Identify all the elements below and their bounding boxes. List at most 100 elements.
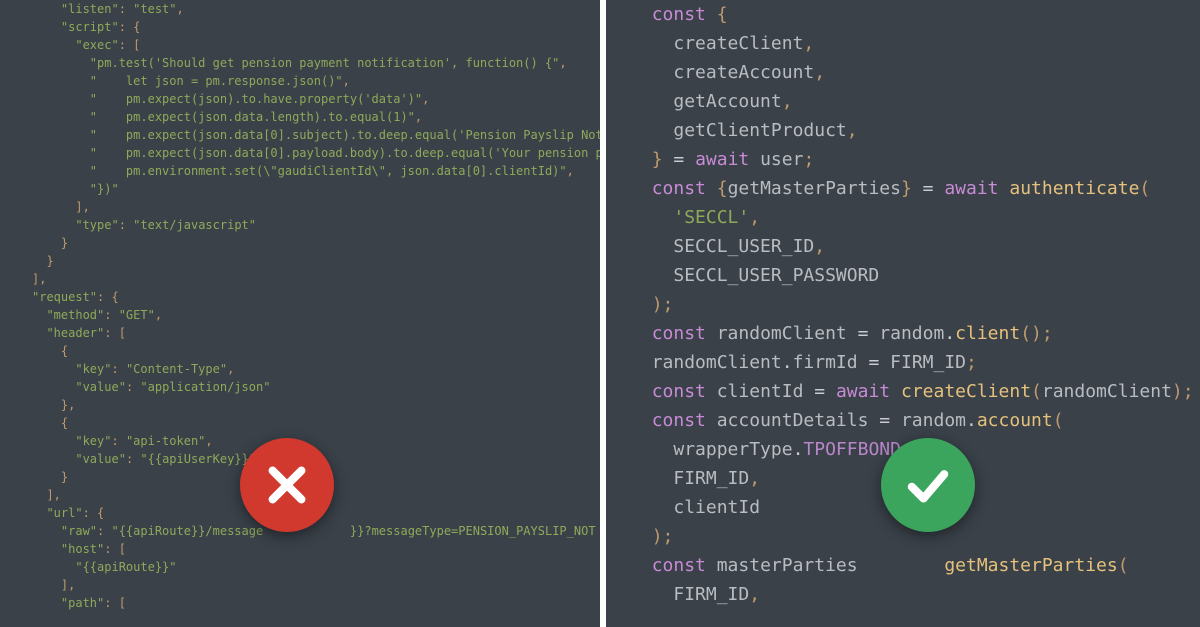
- code-token: [890, 381, 901, 402]
- code-token: " pm.expect(json.data[0].subject).to.dee…: [90, 128, 600, 142]
- code-token: "{{apiRoute}}": [75, 560, 176, 574]
- code-token: [630, 468, 673, 489]
- code-token: await: [836, 381, 890, 402]
- code-token: ,: [567, 164, 574, 178]
- code-token: [32, 110, 90, 124]
- code-token: [32, 74, 90, 88]
- code-token: =: [923, 178, 934, 199]
- code-token: [630, 352, 652, 373]
- code-token: "api-token": [126, 434, 205, 448]
- code-token: );: [1172, 381, 1194, 402]
- code-token: SECCL_USER_PASSWORD: [673, 265, 879, 286]
- code-token: clientId: [717, 381, 804, 402]
- cross-icon: [260, 458, 314, 512]
- code-token: "method": [46, 308, 104, 322]
- code-token: [630, 497, 673, 518]
- code-token: "type": [75, 218, 118, 232]
- code-token: ],: [32, 488, 61, 502]
- code-token: "{{apiUserKey}}": [140, 452, 256, 466]
- good-example-pane: const { createClient, createAccount, get…: [600, 0, 1200, 627]
- code-token: getAccount: [673, 91, 781, 112]
- code-token: ,: [814, 236, 825, 257]
- code-token: : [: [119, 38, 141, 52]
- code-token: ,: [343, 74, 350, 88]
- code-token: [630, 294, 652, 315]
- code-token: [858, 555, 945, 576]
- code-token: },: [32, 398, 75, 412]
- code-token: ,: [749, 468, 760, 489]
- code-token: [32, 506, 46, 520]
- code-token: ,: [749, 584, 760, 605]
- code-token: "text/javascript": [133, 218, 256, 232]
- good-badge: [881, 438, 975, 532]
- code-token: ,: [782, 91, 793, 112]
- code-token: ,: [177, 2, 184, 16]
- code-token: :: [97, 524, 111, 538]
- code-token: FIRM_ID: [673, 468, 749, 489]
- code-token: "header": [46, 326, 104, 340]
- code-token: createClient: [673, 33, 803, 54]
- code-token: [630, 62, 673, 83]
- code-token: }}?messageType=PENSION_PAYSLIP_NOT: [350, 524, 596, 538]
- code-token: [32, 182, 90, 196]
- code-token: [32, 362, 75, 376]
- code-token: ,: [749, 207, 760, 228]
- code-token: :: [126, 452, 140, 466]
- code-token: [630, 149, 652, 170]
- code-token: :: [104, 308, 118, 322]
- code-token: [630, 410, 652, 431]
- code-token: random: [901, 410, 966, 431]
- bad-example-pane: "listen": "test", "script": { "exec": [ …: [0, 0, 600, 627]
- code-token: }: [652, 149, 663, 170]
- code-token: :: [111, 434, 125, 448]
- code-token: : [: [104, 596, 126, 610]
- code-token: 'SECCL': [673, 207, 749, 228]
- code-token: "GET": [119, 308, 155, 322]
- code-token: const: [652, 381, 706, 402]
- code-token: firmId: [793, 352, 858, 373]
- code-token: : {: [119, 20, 141, 34]
- code-token: [32, 560, 75, 574]
- code-token: " pm.expect(json).to.have.property('data…: [90, 92, 422, 106]
- code-token: [630, 439, 673, 460]
- code-token: }: [32, 254, 54, 268]
- code-token: clientId: [673, 497, 760, 518]
- code-token: [32, 452, 75, 466]
- code-token: "pm.test('Should get pension payment not…: [90, 56, 560, 70]
- code-token: [32, 308, 46, 322]
- code-token: [630, 265, 673, 286]
- code-token: [706, 323, 717, 344]
- code-token: "test": [133, 2, 176, 16]
- code-token: [630, 178, 652, 199]
- code-token: "Content-Type": [126, 362, 227, 376]
- code-token: const: [652, 410, 706, 431]
- comparison-split: "listen": "test", "script": { "exec": [ …: [0, 0, 1200, 627]
- code-token: }: [32, 470, 68, 484]
- code-token: [749, 149, 760, 170]
- code-token: [630, 555, 652, 576]
- code-token: }: [901, 178, 912, 199]
- code-token: [630, 323, 652, 344]
- code-token: [32, 38, 75, 52]
- code-token: const: [652, 323, 706, 344]
- code-token: [912, 178, 923, 199]
- code-token: [933, 178, 944, 199]
- code-token: "key": [75, 434, 111, 448]
- code-token: account: [977, 410, 1053, 431]
- code-token: wrapperType: [673, 439, 792, 460]
- code-token: ,: [227, 362, 234, 376]
- code-token: getClientProduct: [673, 120, 846, 141]
- code-token: [868, 410, 879, 431]
- code-token: ,: [155, 308, 162, 322]
- code-token: [32, 2, 61, 16]
- code-token: [803, 381, 814, 402]
- code-token: :: [126, 380, 140, 394]
- code-token: [825, 381, 836, 402]
- code-token: "host": [61, 542, 104, 556]
- code-token: [890, 410, 901, 431]
- code-token: ;: [966, 352, 977, 373]
- code-token: random: [879, 323, 944, 344]
- code-token: [630, 526, 652, 547]
- code-token: );: [652, 294, 674, 315]
- code-token: [868, 323, 879, 344]
